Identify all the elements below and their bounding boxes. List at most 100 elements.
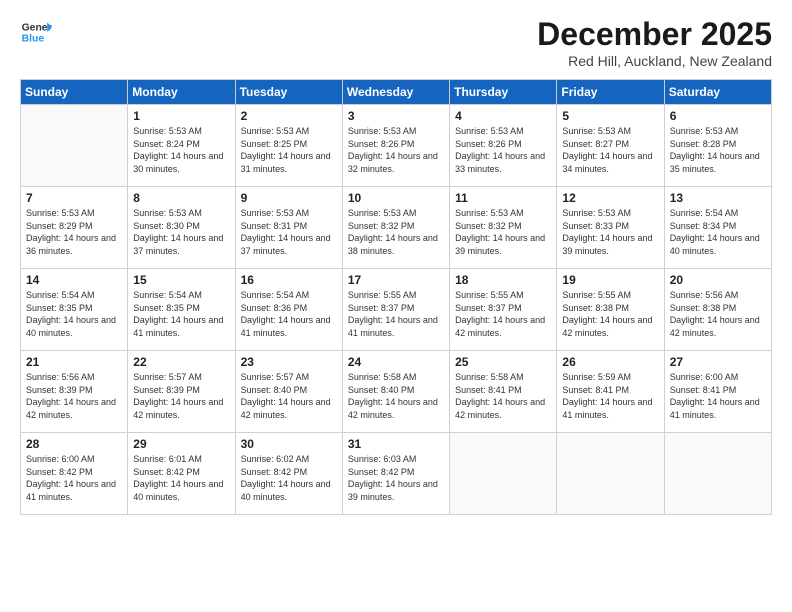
day-info: Sunrise: 5:55 AM Sunset: 8:38 PM Dayligh… (562, 289, 658, 339)
table-row: 29 Sunrise: 6:01 AM Sunset: 8:42 PM Dayli… (128, 433, 235, 515)
table-row: 6Sunrise: 5:53 AM Sunset: 8:28 PM Daylig… (664, 105, 771, 187)
day-info: Sunrise: 5:55 AM Sunset: 8:37 PM Dayligh… (455, 289, 551, 339)
day-info: Sunrise: 5:54 AM Sunset: 8:35 PM Dayligh… (133, 289, 229, 339)
table-row (557, 433, 664, 515)
day-number: 15 (133, 273, 229, 287)
table-row: 16 Sunrise: 5:54 AM Sunset: 8:36 PM Dayli… (235, 269, 342, 351)
table-row: 11Sunrise: 5:53 AM Sunset: 8:32 PM Dayli… (450, 187, 557, 269)
day-number: 7 (26, 191, 122, 205)
table-row: 18Sunrise: 5:55 AM Sunset: 8:37 PM Dayli… (450, 269, 557, 351)
day-number: 6 (670, 109, 766, 123)
day-number: 3 (348, 109, 444, 123)
day-info: Sunrise: 5:56 AM Sunset: 8:39 PM Dayligh… (26, 371, 122, 421)
table-row: 19 Sunrise: 5:55 AM Sunset: 8:38 PM Dayli… (557, 269, 664, 351)
day-number: 5 (562, 109, 658, 123)
calendar-week-row: 21 Sunrise: 5:56 AM Sunset: 8:39 PM Dayli… (21, 351, 772, 433)
day-info: Sunrise: 5:54 AM Sunset: 8:35 PM Dayligh… (26, 289, 122, 339)
day-number: 30 (241, 437, 337, 451)
table-row: 2Sunrise: 5:53 AM Sunset: 8:25 PM Daylig… (235, 105, 342, 187)
calendar-week-row: 28 Sunrise: 6:00 AM Sunset: 8:42 PM Dayli… (21, 433, 772, 515)
calendar-week-row: 7 Sunrise: 5:53 AM Sunset: 8:29 PM Daylig… (21, 187, 772, 269)
day-number: 31 (348, 437, 444, 451)
table-row (450, 433, 557, 515)
day-info: Sunrise: 5:59 AM Sunset: 8:41 PM Dayligh… (562, 371, 658, 421)
col-sunday: Sunday (21, 80, 128, 105)
table-row: 12Sunrise: 5:53 AM Sunset: 8:33 PM Dayli… (557, 187, 664, 269)
day-number: 8 (133, 191, 229, 205)
col-wednesday: Wednesday (342, 80, 449, 105)
table-row: 31 Sunrise: 6:03 AM Sunset: 8:42 PM Dayli… (342, 433, 449, 515)
day-number: 29 (133, 437, 229, 451)
day-info: Sunrise: 6:00 AM Sunset: 8:41 PM Dayligh… (670, 371, 766, 421)
table-row: 8Sunrise: 5:53 AM Sunset: 8:30 PM Daylig… (128, 187, 235, 269)
day-number: 1 (133, 109, 229, 123)
day-info: Sunrise: 5:53 AM Sunset: 8:31 PM Dayligh… (241, 207, 337, 257)
table-row: 21 Sunrise: 5:56 AM Sunset: 8:39 PM Dayli… (21, 351, 128, 433)
day-number: 27 (670, 355, 766, 369)
table-row: 25 Sunrise: 5:58 AM Sunset: 8:41 PM Dayli… (450, 351, 557, 433)
day-number: 25 (455, 355, 551, 369)
day-number: 26 (562, 355, 658, 369)
table-row: 30Sunrise: 6:02 AM Sunset: 8:42 PM Dayli… (235, 433, 342, 515)
day-info: Sunrise: 5:53 AM Sunset: 8:26 PM Dayligh… (455, 125, 551, 175)
day-info: Sunrise: 6:03 AM Sunset: 8:42 PM Dayligh… (348, 453, 444, 503)
day-info: Sunrise: 5:53 AM Sunset: 8:29 PM Dayligh… (26, 207, 122, 257)
day-number: 17 (348, 273, 444, 287)
day-info: Sunrise: 5:58 AM Sunset: 8:41 PM Dayligh… (455, 371, 551, 421)
col-monday: Monday (128, 80, 235, 105)
day-number: 22 (133, 355, 229, 369)
day-info: Sunrise: 6:00 AM Sunset: 8:42 PM Dayligh… (26, 453, 122, 503)
logo-icon: General Blue (20, 16, 52, 48)
day-number: 19 (562, 273, 658, 287)
table-row: 23 Sunrise: 5:57 AM Sunset: 8:40 PM Dayli… (235, 351, 342, 433)
month-title: December 2025 (537, 16, 772, 53)
day-info: Sunrise: 5:53 AM Sunset: 8:27 PM Dayligh… (562, 125, 658, 175)
header: General Blue December 2025 Red Hill, Auc… (20, 16, 772, 69)
day-info: Sunrise: 5:55 AM Sunset: 8:37 PM Dayligh… (348, 289, 444, 339)
table-row: 7 Sunrise: 5:53 AM Sunset: 8:29 PM Daylig… (21, 187, 128, 269)
day-number: 21 (26, 355, 122, 369)
calendar-table: Sunday Monday Tuesday Wednesday Thursday… (20, 79, 772, 515)
day-number: 20 (670, 273, 766, 287)
page-container: General Blue December 2025 Red Hill, Auc… (0, 0, 792, 525)
day-info: Sunrise: 6:01 AM Sunset: 8:42 PM Dayligh… (133, 453, 229, 503)
day-info: Sunrise: 5:58 AM Sunset: 8:40 PM Dayligh… (348, 371, 444, 421)
day-info: Sunrise: 5:53 AM Sunset: 8:26 PM Dayligh… (348, 125, 444, 175)
day-info: Sunrise: 5:54 AM Sunset: 8:34 PM Dayligh… (670, 207, 766, 257)
table-row: 3 Sunrise: 5:53 AM Sunset: 8:26 PM Daylig… (342, 105, 449, 187)
day-number: 11 (455, 191, 551, 205)
day-number: 9 (241, 191, 337, 205)
location: Red Hill, Auckland, New Zealand (537, 53, 772, 69)
day-info: Sunrise: 5:54 AM Sunset: 8:36 PM Dayligh… (241, 289, 337, 339)
col-friday: Friday (557, 80, 664, 105)
table-row: 10 Sunrise: 5:53 AM Sunset: 8:32 PM Dayli… (342, 187, 449, 269)
logo: General Blue (20, 16, 52, 48)
table-row: 28 Sunrise: 6:00 AM Sunset: 8:42 PM Dayli… (21, 433, 128, 515)
day-number: 14 (26, 273, 122, 287)
col-thursday: Thursday (450, 80, 557, 105)
day-number: 24 (348, 355, 444, 369)
table-row (664, 433, 771, 515)
day-number: 16 (241, 273, 337, 287)
table-row: 26 Sunrise: 5:59 AM Sunset: 8:41 PM Dayli… (557, 351, 664, 433)
table-row: 27 Sunrise: 6:00 AM Sunset: 8:41 PM Dayli… (664, 351, 771, 433)
day-number: 4 (455, 109, 551, 123)
day-number: 13 (670, 191, 766, 205)
table-row: 4 Sunrise: 5:53 AM Sunset: 8:26 PM Daylig… (450, 105, 557, 187)
day-info: Sunrise: 5:57 AM Sunset: 8:40 PM Dayligh… (241, 371, 337, 421)
day-number: 2 (241, 109, 337, 123)
table-row: 13 Sunrise: 5:54 AM Sunset: 8:34 PM Dayli… (664, 187, 771, 269)
table-row: 15 Sunrise: 5:54 AM Sunset: 8:35 PM Dayli… (128, 269, 235, 351)
day-number: 10 (348, 191, 444, 205)
day-info: Sunrise: 5:53 AM Sunset: 8:32 PM Dayligh… (348, 207, 444, 257)
table-row: 17 Sunrise: 5:55 AM Sunset: 8:37 PM Dayli… (342, 269, 449, 351)
title-block: December 2025 Red Hill, Auckland, New Ze… (537, 16, 772, 69)
day-number: 28 (26, 437, 122, 451)
table-row: 24 Sunrise: 5:58 AM Sunset: 8:40 PM Dayli… (342, 351, 449, 433)
day-number: 12 (562, 191, 658, 205)
col-tuesday: Tuesday (235, 80, 342, 105)
day-number: 23 (241, 355, 337, 369)
col-saturday: Saturday (664, 80, 771, 105)
day-info: Sunrise: 5:56 AM Sunset: 8:38 PM Dayligh… (670, 289, 766, 339)
table-row: 9 Sunrise: 5:53 AM Sunset: 8:31 PM Daylig… (235, 187, 342, 269)
